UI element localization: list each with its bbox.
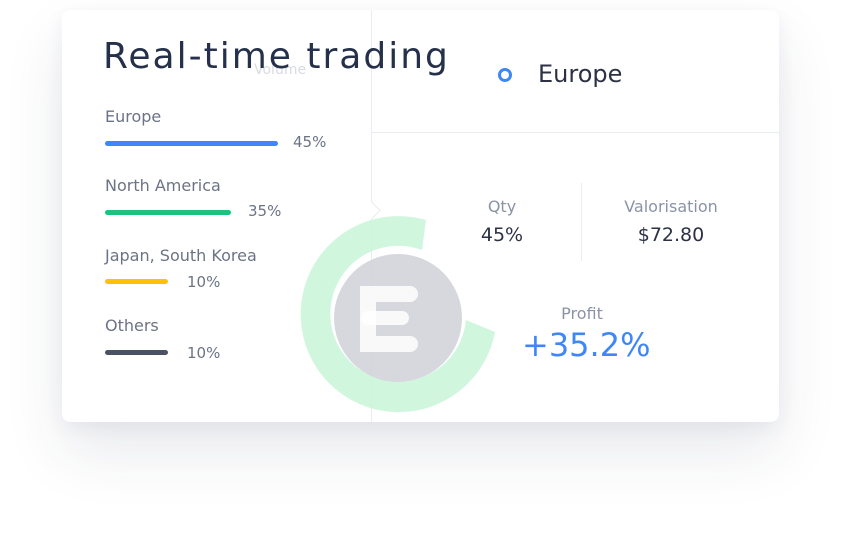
selected-region-title: Europe: [538, 60, 623, 88]
valorisation-label: Valorisation: [624, 197, 718, 216]
horizontal-divider: [372, 132, 779, 133]
region-bar-north-america[interactable]: [105, 210, 231, 215]
profit-value: +35.2%: [522, 326, 651, 364]
region-bar-japan-south-korea[interactable]: [105, 279, 168, 284]
selected-region-dot-icon: [498, 68, 512, 82]
page-title: Real-time trading: [103, 36, 450, 77]
region-label-japan-south-korea[interactable]: Japan, South Korea: [105, 246, 257, 265]
region-bar-others[interactable]: [105, 350, 168, 355]
valorisation-value: $72.80: [637, 224, 705, 246]
stats-divider: [581, 183, 582, 261]
region-bar-europe[interactable]: [105, 141, 278, 146]
profit-label: Profit: [561, 304, 603, 323]
region-percent-japan-south-korea: 10%: [187, 273, 221, 291]
e-logo-icon: [300, 216, 495, 413]
region-label-europe[interactable]: Europe: [105, 107, 161, 126]
region-label-others[interactable]: Others: [105, 316, 159, 335]
region-percent-europe: 45%: [293, 133, 327, 151]
region-percent-north-america: 35%: [248, 202, 282, 220]
region-percent-others: 10%: [187, 344, 221, 362]
region-label-north-america[interactable]: North America: [105, 176, 221, 195]
